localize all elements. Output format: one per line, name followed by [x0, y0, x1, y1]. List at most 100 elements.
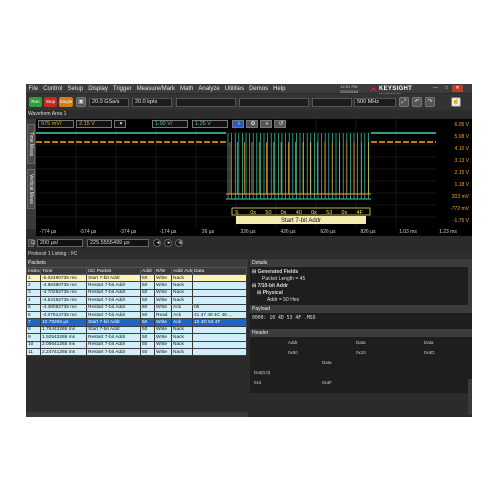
tab-time-meas[interactable]: Time Meas	[27, 124, 35, 164]
table-cell: 4	[26, 296, 41, 305]
tab-vertical-meas[interactable]: Vertical Meas	[27, 169, 35, 209]
table-cell: 50	[140, 318, 155, 327]
menu-control[interactable]: Control	[41, 86, 65, 92]
touch-icon[interactable]: ☝	[451, 97, 461, 107]
column-header[interactable]: Index	[26, 267, 41, 275]
h-position-box[interactable]: 225.5555499 µs	[87, 239, 149, 247]
maximize-button[interactable]: □	[441, 85, 452, 92]
column-header[interactable]: R/W	[154, 267, 172, 275]
column-header[interactable]: Time	[40, 267, 87, 275]
x-tick-label: -374 µs	[119, 229, 137, 235]
tree-node[interactable]: ⊟ 7/10-bit Addr	[252, 283, 470, 290]
table-row[interactable]: 7 10.79265 µs Start 7-bit Addr 50 Write Ack 10…	[26, 318, 247, 327]
minimize-button[interactable]: —	[430, 85, 441, 92]
stop-button[interactable]: Stop	[44, 97, 57, 107]
tree-node[interactable]: ⊟ Physical	[252, 290, 470, 297]
blank-field-2[interactable]	[239, 98, 309, 107]
column-header[interactable]: Data	[192, 267, 247, 275]
details-v-scrollbar[interactable]	[468, 267, 472, 305]
header-field: 0x4D	[424, 350, 435, 355]
menu-help[interactable]: Help	[271, 86, 288, 92]
ch1-scale-box[interactable]: 975 mV/	[38, 120, 74, 128]
header-field: 0x50	[288, 350, 298, 355]
table-cell: Restart 7-bit Addr	[86, 281, 141, 290]
tree-node[interactable]: ⊟ Generated Fields	[252, 269, 470, 276]
table-cell: Write	[154, 288, 172, 298]
expand-icon[interactable]: ⊡	[28, 239, 36, 247]
redo-icon[interactable]: ↷	[425, 97, 435, 107]
info-icon[interactable]: i	[232, 120, 244, 128]
menu-demos[interactable]: Demos	[247, 86, 271, 92]
timebase-box[interactable]: 200 µs/	[37, 239, 83, 247]
table-cell: Restart 7-bit Addr	[86, 347, 141, 357]
column-header[interactable]: I2C Packet	[86, 267, 141, 275]
table-cell: 1.92543265 ms	[40, 333, 87, 342]
table-cell: 06	[192, 303, 247, 312]
memory-depth-field[interactable]: 20.0 kpts	[132, 98, 172, 107]
menu-display[interactable]: Display	[86, 86, 111, 92]
reset-icon[interactable]: ↺	[274, 120, 286, 128]
table-row[interactable]: 3 -4.70292735 ms Restart 7-bit Addr 50 Write…	[26, 288, 247, 298]
h-left-icon[interactable]: ◂	[153, 239, 161, 247]
menu-file[interactable]: File	[26, 86, 41, 92]
menu-setup[interactable]: Setup	[65, 86, 86, 92]
tree-node[interactable]: Packet Length = 45	[252, 276, 470, 283]
table-cell: Ack	[171, 303, 193, 312]
table-row[interactable]: 1 -5.02490735 ms Start 7-bit Addr 50 Write Na…	[26, 273, 247, 283]
sample-rate-field[interactable]: 20.0 GSa/s	[89, 98, 129, 107]
table-row[interactable]: 6 -4.07514735 ms Restart 7-bit Addr 50 Read A…	[26, 310, 247, 320]
table-cell: Restart 7-bit Addr	[86, 333, 141, 342]
ch1-offset-box[interactable]: 2.15 V	[76, 120, 112, 128]
single-button[interactable]: Single	[59, 97, 73, 107]
table-row[interactable]: 11 2.24741265 ms Restart 7-bit Addr 50 Write…	[26, 347, 247, 357]
table-cell: Restart 7-bit Addr	[86, 303, 141, 312]
menu-analyze[interactable]: Analyze	[196, 86, 222, 92]
table-row[interactable]: 5 -4.38092735 ms Restart 7-bit Addr 50 Write…	[26, 303, 247, 312]
header-field: 0x3	[254, 380, 262, 385]
bandwidth-field[interactable]: 500 MHz	[354, 98, 396, 107]
menu-trigger[interactable]: Trigger	[110, 86, 134, 92]
decode-label: 0x	[250, 210, 256, 216]
zoom-icon[interactable]: ⤢	[399, 97, 409, 107]
table-row[interactable]: 4 -4.54192735 ms Restart 7-bit Addr 50 Write…	[26, 296, 247, 305]
table-cell	[192, 325, 247, 335]
blank-field-1[interactable]	[176, 98, 236, 107]
ch2-scale-box[interactable]: 1.00 V/	[152, 120, 188, 128]
table-row[interactable]: 2 -4.86390735 ms Restart 7-bit Addr 50 Write…	[26, 281, 247, 290]
details-title: Details	[250, 259, 472, 267]
menu-math[interactable]: Math	[178, 86, 196, 92]
h-right-icon[interactable]: ▸	[164, 239, 172, 247]
table-row[interactable]: 8 1.76443265 ms Start 7-bit Addr 50 Write Nac…	[26, 325, 247, 335]
menu-utilities[interactable]: Utilities	[222, 86, 246, 92]
run-button[interactable]: Run	[29, 97, 42, 107]
packets-table: Index Time I2C Packet Addr R/W Addr Ack Data 1…	[26, 267, 247, 357]
table-cell	[192, 288, 247, 298]
header-v-scrollbar[interactable]	[468, 379, 472, 415]
x-tick-label: 626 µs	[320, 229, 336, 235]
table-cell: 50	[140, 340, 155, 349]
menu-measure-mark[interactable]: Measure/Mark	[134, 86, 177, 92]
undo-icon[interactable]: ↶	[412, 97, 422, 107]
table-row[interactable]: 10 2.08641265 ms Restart 7-bit Addr 50 Write…	[26, 340, 247, 349]
header-grid: Addr Data Data 0x50 0x10 0x4D Data Dat(0,0) 0x3 0…	[250, 337, 472, 393]
settings-gear-icon[interactable]: ⚙	[246, 120, 258, 128]
tree-node[interactable]: Addr = 50 Hex	[252, 297, 470, 304]
keysight-mark-icon	[370, 86, 377, 92]
close-button[interactable]: ✕	[452, 85, 463, 92]
table-row[interactable]: 9 1.92543265 ms Restart 7-bit Addr 50 Write N…	[26, 333, 247, 342]
x-tick-label: -774 µs	[39, 229, 57, 235]
add-icon[interactable]: +	[260, 120, 272, 128]
column-header[interactable]: Addr	[140, 267, 155, 275]
table-cell: -4.70292735 ms	[40, 288, 87, 298]
column-header[interactable]: Addr Ack	[171, 267, 193, 275]
packets-h-scrollbar[interactable]	[26, 412, 248, 417]
h-zoom-icon[interactable]: ⊕	[175, 239, 183, 247]
blank-field-3[interactable]	[312, 98, 352, 107]
waveform-display[interactable]: S 0x 50 0x 40 0x 53 0x 4F Start 7-bit Addr 975 mV…	[36, 119, 472, 229]
table-body: 1 -5.02490735 ms Start 7-bit Addr 50 Write Na…	[26, 273, 247, 357]
protocol-listing-title: Protocol 1 Listing : I²C	[26, 251, 472, 258]
auto-scale-icon[interactable]: ▣	[76, 97, 86, 107]
ch1-more-icon[interactable]: ▾	[114, 120, 126, 128]
table-cell: Ack	[171, 318, 193, 327]
ch2-offset-box[interactable]: 1.25 V	[192, 120, 228, 128]
